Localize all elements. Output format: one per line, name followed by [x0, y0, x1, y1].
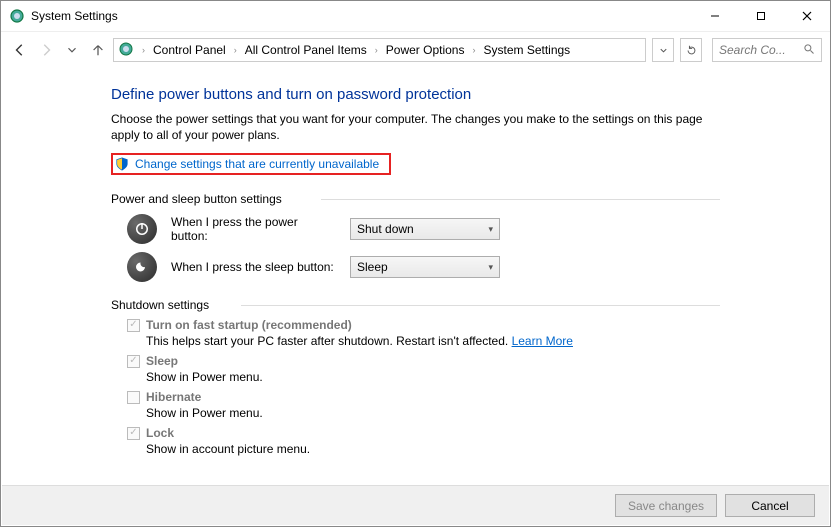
shutdown-item-desc: Show in Power menu.	[146, 406, 720, 420]
checkbox-sleep: ✓	[127, 355, 140, 368]
section-power-sleep-heading: Power and sleep button settings	[111, 192, 720, 206]
address-bar[interactable]: › Control Panel › All Control Panel Item…	[113, 38, 646, 62]
save-changes-button[interactable]: Save changes	[615, 494, 717, 517]
shutdown-item-desc: Show in account picture menu.	[146, 442, 720, 456]
window-title: System Settings	[31, 9, 118, 23]
window-controls	[692, 1, 830, 31]
maximize-button[interactable]	[738, 1, 784, 31]
checkbox-fast-startup: ✓	[127, 319, 140, 332]
chevron-right-icon: ›	[472, 45, 475, 55]
search-icon	[803, 43, 815, 58]
sleep-button-value: Sleep	[357, 260, 388, 274]
section-shutdown-heading: Shutdown settings	[111, 298, 720, 312]
change-settings-link[interactable]: Change settings that are currently unava…	[135, 157, 379, 171]
shutdown-item-title: Turn on fast startup (recommended)	[146, 318, 352, 332]
chevron-right-icon: ›	[234, 45, 237, 55]
cancel-button[interactable]: Cancel	[725, 494, 815, 517]
chevron-right-icon: ›	[375, 45, 378, 55]
breadcrumb-item[interactable]: System Settings	[483, 43, 570, 57]
search-input[interactable]: Search Co...	[712, 38, 822, 62]
shutdown-items: ✓ Turn on fast startup (recommended) This…	[127, 318, 720, 456]
learn-more-link[interactable]: Learn More	[512, 334, 573, 348]
chevron-down-icon: ▾	[488, 262, 493, 273]
shield-icon	[115, 157, 129, 171]
sleep-button-row: When I press the sleep button: Sleep ▾	[127, 252, 720, 282]
shutdown-item-title: Sleep	[146, 354, 178, 368]
shutdown-item-desc: This helps start your PC faster after sh…	[146, 334, 720, 348]
checkbox-lock: ✓	[127, 427, 140, 440]
chevron-down-icon: ▾	[488, 224, 493, 235]
back-button[interactable]	[9, 39, 31, 61]
shutdown-item-lock: ✓ Lock Show in account picture menu.	[127, 426, 720, 456]
refresh-button[interactable]	[680, 38, 702, 62]
history-dropdown-button[interactable]	[652, 38, 674, 62]
minimize-button[interactable]	[692, 1, 738, 31]
navigation-bar: › Control Panel › All Control Panel Item…	[1, 32, 830, 68]
shutdown-item-hibernate: Hibernate Show in Power menu.	[127, 390, 720, 420]
address-icon	[118, 41, 134, 60]
search-placeholder: Search Co...	[719, 43, 786, 57]
breadcrumb-item[interactable]: Control Panel	[153, 43, 226, 57]
breadcrumb-item[interactable]: Power Options	[386, 43, 465, 57]
shutdown-item-desc: Show in Power menu.	[146, 370, 720, 384]
shutdown-item-sleep: ✓ Sleep Show in Power menu.	[127, 354, 720, 384]
content-area: Define power buttons and turn on passwor…	[1, 68, 830, 486]
button-bar: Save changes Cancel	[2, 485, 829, 525]
sleep-icon	[127, 252, 157, 282]
breadcrumb-item[interactable]: All Control Panel Items	[245, 43, 367, 57]
power-icon	[127, 214, 157, 244]
app-icon	[9, 8, 25, 24]
power-button-value: Shut down	[357, 222, 414, 236]
shutdown-item-title: Hibernate	[146, 390, 201, 404]
power-button-select[interactable]: Shut down ▾	[350, 218, 500, 240]
forward-button[interactable]	[35, 39, 57, 61]
page-heading: Define power buttons and turn on passwor…	[111, 86, 720, 103]
highlighted-link-box: Change settings that are currently unava…	[111, 153, 391, 175]
close-button[interactable]	[784, 1, 830, 31]
power-button-label: When I press the power button:	[171, 215, 336, 243]
page-intro: Choose the power settings that you want …	[111, 111, 720, 143]
shutdown-item-fast-startup: ✓ Turn on fast startup (recommended) This…	[127, 318, 720, 348]
checkbox-hibernate	[127, 391, 140, 404]
sleep-button-select[interactable]: Sleep ▾	[350, 256, 500, 278]
power-button-row: When I press the power button: Shut down…	[127, 214, 720, 244]
recent-locations-button[interactable]	[61, 39, 83, 61]
titlebar: System Settings	[1, 1, 830, 32]
chevron-right-icon: ›	[142, 45, 145, 55]
shutdown-item-title: Lock	[146, 426, 174, 440]
sleep-button-label: When I press the sleep button:	[171, 260, 336, 274]
up-button[interactable]	[87, 39, 109, 61]
